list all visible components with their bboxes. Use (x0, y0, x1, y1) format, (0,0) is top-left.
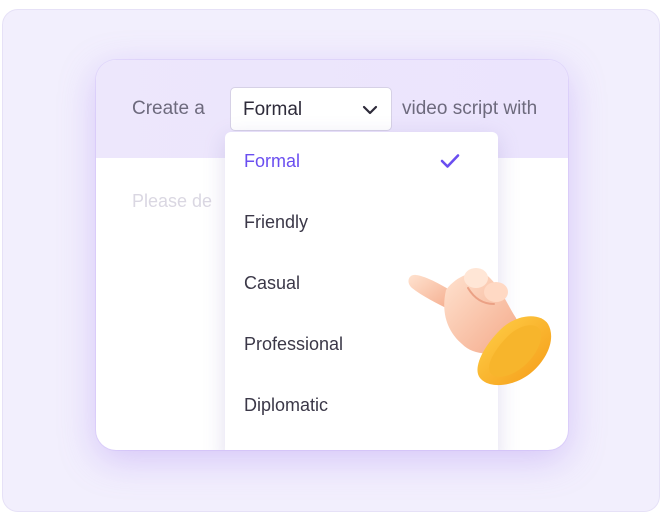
description-placeholder: Please de (132, 191, 213, 211)
tone-option-casual[interactable]: Casual (244, 273, 300, 294)
tone-option-formal[interactable]: Formal (244, 151, 300, 172)
tone-option-diplomatic[interactable]: Diplomatic (244, 395, 328, 416)
check-icon (440, 154, 460, 168)
chevron-down-icon (362, 105, 378, 115)
tone-select[interactable]: Formal (230, 87, 392, 131)
prompt-prefix: Create a (132, 98, 205, 119)
tone-select-value: Formal (243, 99, 303, 120)
tone-option-friendly[interactable]: Friendly (244, 212, 308, 233)
pointing-hand-icon (408, 268, 552, 386)
tone-option-professional[interactable]: Professional (244, 334, 343, 355)
prompt-suffix: video script with (402, 98, 538, 119)
